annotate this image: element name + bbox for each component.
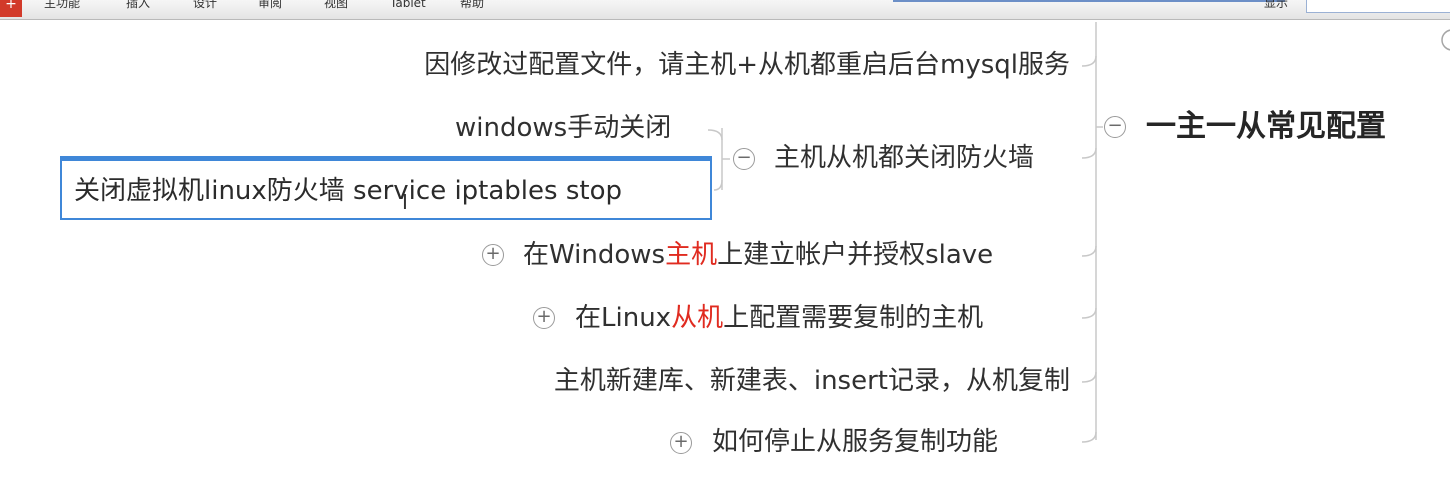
topic-create-account[interactable]: 在Windows主机上建立帐户并授权slave: [523, 238, 993, 272]
topic-linux-config[interactable]: 在Linux从机上配置需要复制的主机: [575, 301, 983, 335]
topic-close-firewall[interactable]: 主机从机都关闭防火墙: [774, 141, 1034, 175]
mindmap-root-topic[interactable]: 一主一从常见配置: [1146, 109, 1386, 145]
firewall-collapse-toggle[interactable]: −: [733, 148, 755, 170]
text-cursor-icon: I: [402, 190, 408, 214]
stop-expand-toggle[interactable]: +: [670, 432, 692, 454]
root-collapse-toggle[interactable]: −: [1104, 116, 1126, 138]
linux-highlight: 从机: [671, 303, 724, 333]
topic-restart-mysql[interactable]: 因修改过配置文件，请主机+从机都重启后台mysql服务: [424, 48, 1070, 82]
linux-prefix: 在Linux: [575, 303, 672, 333]
subtopic-linux-firewall-input[interactable]: 关闭虚拟机linux防火墙 service iptables stop: [74, 174, 622, 208]
topic-stop-replication[interactable]: 如何停止从服务复制功能: [712, 425, 998, 459]
account-highlight: 主机: [665, 240, 718, 270]
topic-edit-box[interactable]: 关闭虚拟机linux防火墙 service iptables stop: [60, 156, 712, 220]
account-prefix: 在Windows: [523, 240, 666, 270]
linux-suffix: 上配置需要复制的主机: [723, 303, 984, 333]
account-expand-toggle[interactable]: +: [482, 244, 504, 266]
account-suffix: 上建立帐户并授权slave: [717, 240, 994, 270]
edit-box-handle[interactable]: [60, 156, 712, 161]
topic-insert-replicate[interactable]: 主机新建库、新建表、insert记录，从机复制: [554, 364, 1070, 398]
subtopic-windows-firewall[interactable]: windows手动关闭: [455, 111, 671, 145]
linux-config-expand-toggle[interactable]: +: [533, 307, 555, 329]
